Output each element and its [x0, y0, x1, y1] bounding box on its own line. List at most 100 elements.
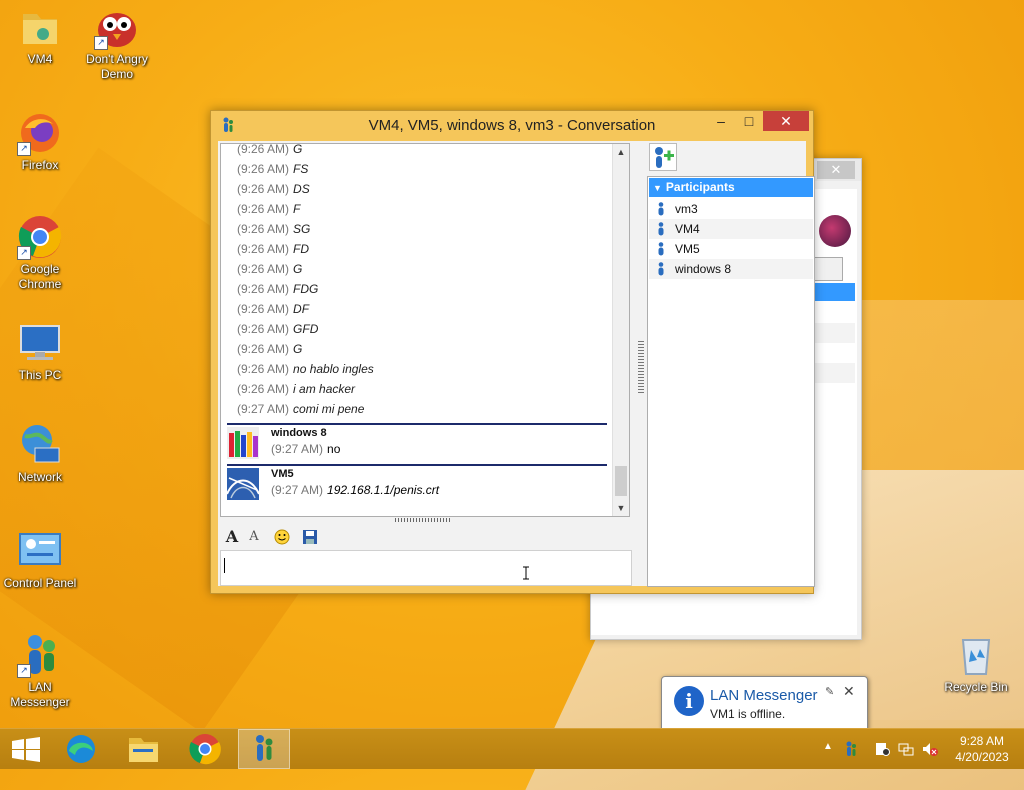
desktop-icon-dont-angry-demo[interactable]: ↗ Don't Angry Demo	[77, 4, 157, 82]
show-hidden-icons-icon[interactable]: ▲	[820, 741, 836, 757]
minimize-button[interactable]: –	[707, 111, 735, 131]
pin-icon[interactable]: ✎	[825, 685, 834, 698]
message-time: (9:26 AM)	[237, 202, 290, 216]
participant-name: windows 8	[675, 262, 732, 276]
participant-name: VM4	[675, 222, 700, 236]
message-separator	[227, 464, 607, 466]
message-text: FD	[293, 242, 310, 256]
list-item[interactable]	[813, 323, 855, 343]
message-text: SG	[293, 222, 311, 236]
windows-logo-icon	[12, 737, 40, 762]
participants-header[interactable]: ▼ Participants	[649, 178, 813, 197]
desktop-icon-google-chrome[interactable]: ↗ Google Chrome	[0, 214, 80, 292]
message-line: (9:26 AM) SG	[237, 222, 310, 236]
taskbar-edge-button[interactable]	[55, 729, 107, 769]
desktop-icon-firefox[interactable]: ↗ Firefox	[0, 110, 80, 173]
message-time: (9:27 AM)	[271, 483, 324, 497]
user-icon	[657, 242, 665, 256]
lan-messenger-icon: ↗	[17, 632, 63, 678]
notification-balloon[interactable]: i LAN Messenger VM1 is offline. ✎ ✕	[661, 676, 868, 743]
vertical-splitter[interactable]	[638, 341, 644, 393]
font-icon[interactable]: A	[222, 527, 242, 547]
message-line: (9:26 AM) F	[237, 202, 300, 216]
desktop-icon-this-pc[interactable]: This PC	[0, 320, 80, 383]
toolbar-button[interactable]	[813, 257, 843, 281]
avatar	[227, 427, 259, 459]
message-history[interactable]: (9:26 AM) G (9:26 AM) FS (9:26 AM) DS (9:26 AM…	[220, 143, 630, 517]
participant-item[interactable]: windows 8	[649, 259, 813, 279]
message-time: (9:26 AM)	[237, 282, 290, 296]
horizontal-splitter[interactable]	[220, 516, 628, 524]
message-time: (9:26 AM)	[237, 143, 290, 156]
save-icon[interactable]	[300, 527, 320, 547]
desktop-icon-control-panel[interactable]: Control Panel	[0, 528, 80, 591]
scrollbar-thumb[interactable]	[615, 466, 627, 496]
clock-time: 9:28 AM	[959, 734, 1005, 748]
message-text: no	[327, 442, 341, 456]
conversation-window[interactable]: VM4, VM5, windows 8, vm3 - Conversation …	[210, 110, 815, 594]
participant-name: VM5	[675, 242, 700, 256]
splitter-grip	[395, 518, 451, 522]
participants-list[interactable]: ▼ Participants vm3 VM4 VM5 windows 8	[647, 176, 815, 587]
message-line: (9:27 AM) 192.168.1.1/penis.crt	[271, 483, 439, 497]
smiley-icon[interactable]	[272, 527, 292, 547]
network-status-icon[interactable]	[898, 741, 914, 757]
desktop-icon-label: Don't Angry Demo	[86, 52, 148, 81]
start-button[interactable]	[0, 729, 52, 769]
desktop-icon-label: This PC	[18, 368, 62, 382]
scroll-down-icon[interactable]: ▼	[613, 500, 629, 516]
taskbar-file-explorer-button[interactable]	[117, 729, 169, 769]
message-input[interactable]	[220, 550, 632, 586]
message-time: (9:26 AM)	[237, 382, 290, 396]
message-time: (9:26 AM)	[237, 262, 290, 276]
volume-muted-icon[interactable]	[922, 741, 938, 757]
list-item[interactable]	[813, 363, 855, 383]
taskbar-chrome-button[interactable]	[179, 729, 231, 769]
message-text: comi mi pene	[293, 402, 365, 416]
user-icon	[657, 262, 665, 276]
taskbar: ▲ 9:28 AM 4/20/2023	[0, 728, 1024, 769]
desktop-icon-label: Network	[17, 470, 62, 484]
message-line: (9:26 AM) G	[237, 342, 302, 356]
message-time: (9:26 AM)	[237, 362, 290, 376]
message-time: (9:26 AM)	[237, 242, 290, 256]
add-participant-button[interactable]	[649, 143, 677, 171]
edge-icon	[67, 735, 95, 763]
selected-list-item[interactable]	[813, 283, 855, 301]
notification-title: LAN Messenger	[710, 687, 818, 704]
background-window-close-button[interactable]: ✕	[817, 161, 855, 179]
desktop-icon-network[interactable]: Network	[0, 422, 80, 485]
participant-item[interactable]: VM5	[649, 239, 813, 259]
red-bird-icon: ↗	[94, 4, 140, 50]
vertical-scrollbar[interactable]: ▲ ▼	[612, 144, 629, 516]
collapse-triangle-icon[interactable]: ▼	[653, 179, 662, 198]
ibeam-cursor-icon	[522, 566, 530, 580]
avatar	[819, 215, 851, 247]
taskbar-lan-messenger-button[interactable]	[238, 729, 290, 769]
shortcut-arrow-icon: ↗	[17, 246, 31, 260]
message-text: 192.168.1.1/penis.crt	[327, 483, 440, 497]
scroll-up-icon[interactable]: ▲	[613, 144, 629, 160]
lan-messenger-tray-icon[interactable]	[843, 741, 859, 757]
font-color-icon[interactable]: A	[244, 527, 264, 547]
network-icon	[17, 422, 63, 468]
sender-name: windows 8	[271, 427, 327, 439]
participant-item[interactable]: VM4	[649, 219, 813, 239]
folder-icon	[129, 738, 158, 762]
window-titlebar[interactable]: VM4, VM5, windows 8, vm3 - Conversation …	[211, 111, 813, 139]
firefox-icon: ↗	[17, 110, 63, 156]
desktop-icon-recycle-bin[interactable]: Recycle Bin	[936, 632, 1016, 695]
message-text: GFD	[293, 322, 319, 336]
desktop-icon-lan-messenger[interactable]: ↗ LAN Messenger	[0, 632, 80, 710]
notification-body: VM1 is offline.	[710, 707, 786, 721]
action-center-icon[interactable]	[874, 741, 890, 757]
clock[interactable]: 9:28 AM 4/20/2023	[948, 733, 1016, 765]
sender-name: VM5	[271, 468, 294, 480]
computer-icon	[17, 320, 63, 366]
participant-item[interactable]: vm3	[649, 199, 813, 219]
close-icon[interactable]: ✕	[843, 683, 855, 700]
close-button[interactable]: ✕	[763, 111, 809, 131]
desktop-icon-vm4[interactable]: VM4	[0, 4, 80, 67]
maximize-button[interactable]: □	[735, 111, 763, 131]
message-line: (9:26 AM) G	[237, 143, 302, 156]
